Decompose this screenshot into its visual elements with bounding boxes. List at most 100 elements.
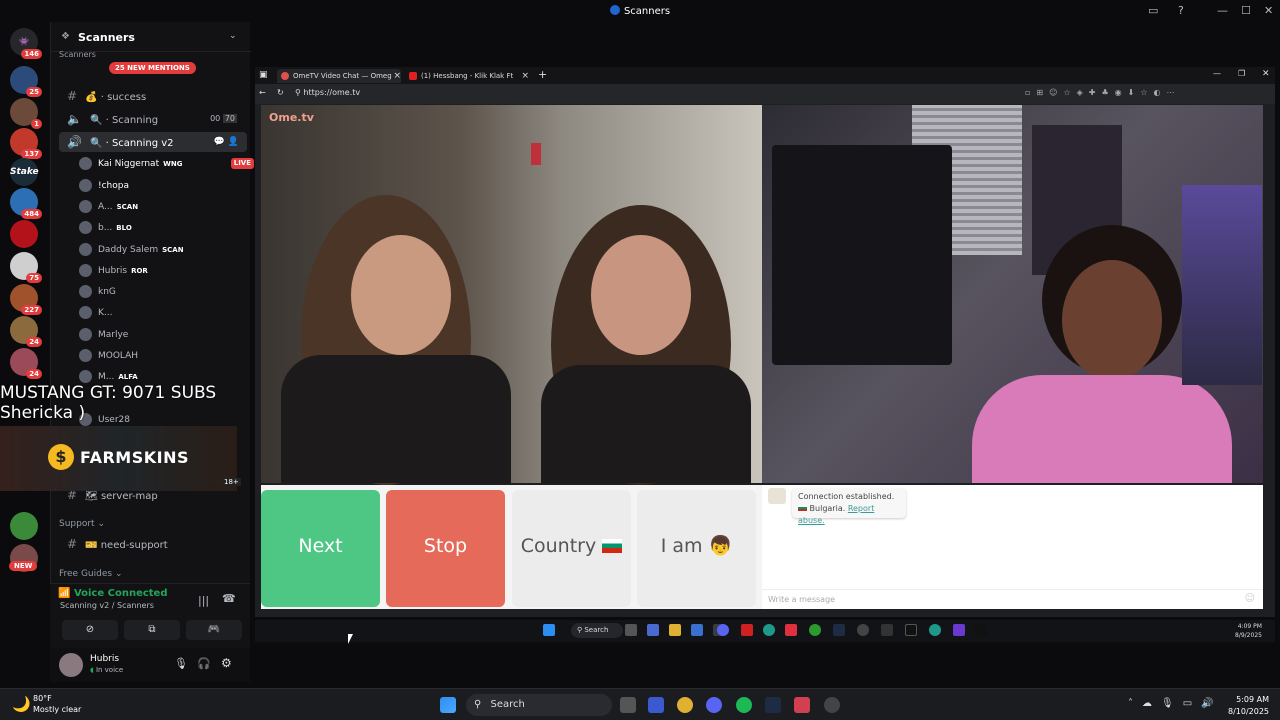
category-free-guides[interactable]: Free Guides ⌄	[59, 569, 122, 579]
store-icon[interactable]	[648, 697, 664, 713]
discord-icon[interactable]	[706, 697, 722, 713]
mic-icon[interactable]: 🎙	[174, 657, 188, 670]
noise-icon[interactable]: |||	[198, 594, 209, 607]
tab-youtube[interactable]: (1) Hessbang - Klik Klak Ft Maru×	[405, 69, 529, 94]
avatar[interactable]	[59, 653, 83, 677]
maximize-button[interactable]: ❐	[1238, 69, 1245, 78]
close-icon[interactable]: ×	[393, 69, 401, 83]
channel-scanning[interactable]: 🔈 🔍 · Scanning 00 70	[59, 109, 247, 129]
server-icon[interactable]: 137	[10, 128, 42, 159]
app-icon[interactable]	[824, 697, 840, 713]
voice-user[interactable]: Marlye	[79, 326, 128, 344]
search-box[interactable]: ⚲ Search	[466, 694, 612, 716]
gear-icon[interactable]: ⚙	[221, 656, 232, 670]
channel-need-support[interactable]: # 🎫 need-support	[59, 534, 247, 554]
app-icon[interactable]	[953, 624, 965, 636]
reload-icon[interactable]: ↻	[277, 88, 284, 97]
extensions-icons[interactable]: ▫⊞☺☆◈✚♣◉⬇☆◐⋯	[1025, 88, 1181, 97]
close-button[interactable]: ✕	[1264, 4, 1273, 17]
emoji-icon[interactable]: ☺	[1245, 593, 1255, 604]
folder-icon[interactable]	[669, 624, 681, 636]
spotify-icon[interactable]	[736, 697, 752, 713]
voice-user[interactable]: knG	[79, 283, 116, 301]
scrollbar[interactable]	[1267, 105, 1275, 609]
message-input[interactable]: Write a message ☺	[762, 589, 1263, 609]
tab-ometv[interactable]: OmeTV Video Chat — Omeg ×	[277, 69, 401, 83]
start-icon[interactable]	[440, 697, 456, 713]
close-icon[interactable]: ×	[521, 69, 529, 83]
server-icon[interactable]: 1	[10, 98, 42, 129]
minimize-button[interactable]: —	[1213, 69, 1221, 78]
store-icon[interactable]	[647, 624, 659, 636]
tab-actions-icon[interactable]: ▣	[259, 70, 268, 80]
system-tray[interactable]: ˄☁🎙▭🔊	[1128, 698, 1223, 709]
screen-share-button[interactable]: ⧉	[124, 620, 180, 640]
server-icon[interactable]: 24	[10, 348, 42, 379]
server-icon[interactable]: 227	[10, 284, 42, 315]
minimize-button[interactable]: —	[1217, 4, 1228, 17]
discord-icon[interactable]	[717, 624, 729, 636]
activity-button[interactable]: 🎮	[186, 620, 242, 640]
edge-icon[interactable]	[763, 624, 775, 636]
clock[interactable]: 5:09 AM 8/10/2025	[1228, 694, 1269, 718]
server-icon[interactable]: 24	[10, 316, 42, 347]
app-icon[interactable]	[857, 624, 869, 636]
server-stake[interactable]: Stake	[10, 158, 39, 186]
category-label[interactable]: Scanners	[59, 50, 96, 59]
back-icon[interactable]: ←	[259, 88, 266, 97]
voice-user[interactable]: MOOLAH	[79, 347, 138, 365]
chat-icon[interactable]: 💬 👤	[214, 132, 239, 152]
voice-user[interactable]: b... BLO	[79, 219, 132, 237]
home-button[interactable]: 👾 146	[10, 28, 42, 59]
steam-icon[interactable]	[833, 624, 845, 636]
browser-icon[interactable]	[929, 624, 941, 636]
youtube-icon[interactable]	[741, 624, 753, 636]
xbox-icon[interactable]	[809, 624, 821, 636]
server-icon[interactable]: 25	[10, 66, 42, 97]
gender-button[interactable]: I am 👦	[637, 490, 756, 607]
camera-off-button[interactable]: ⊘	[62, 620, 118, 640]
close-button[interactable]: ✕	[1262, 69, 1270, 79]
help-icon[interactable]: ?	[1178, 4, 1184, 17]
channel-success[interactable]: # 💰 · success	[59, 86, 247, 106]
server-header[interactable]: Scanners	[51, 22, 251, 52]
disconnect-icon[interactable]: ☎	[222, 592, 236, 605]
voice-user[interactable]: A... SCAN	[79, 198, 138, 216]
category-support[interactable]: Support ⌄	[59, 519, 105, 529]
chrome-icon[interactable]	[677, 697, 693, 713]
weather-icon[interactable]: 🌙	[12, 695, 31, 713]
tiktok-icon[interactable]	[975, 624, 987, 636]
weather-widget[interactable]: 80°F Mostly clear	[33, 693, 81, 715]
app-icon[interactable]	[881, 624, 893, 636]
stop-button[interactable]: Stop	[386, 490, 505, 607]
headphones-icon[interactable]: 🎧	[197, 657, 211, 670]
url-field[interactable]: ⚲ https://ome.tv	[295, 88, 1015, 101]
server-icon[interactable]	[10, 512, 38, 540]
voice-user[interactable]: !chopa	[79, 177, 129, 195]
voice-user[interactable]: Hubris ROR	[79, 262, 148, 280]
voice-status[interactable]: 📶 Voice Connected	[58, 588, 168, 599]
chevron-down-icon[interactable]: ⌄	[229, 31, 237, 41]
steam-icon[interactable]	[765, 697, 781, 713]
obs-icon[interactable]	[794, 697, 810, 713]
app-icon[interactable]	[691, 624, 703, 636]
mentions-badge[interactable]: 25 NEW MENTIONS	[109, 62, 196, 74]
channel-scanning-v2[interactable]: 🔊 🔍 · Scanning v2 💬 👤	[59, 132, 247, 152]
server-icon[interactable]: 75	[10, 252, 42, 283]
x-icon[interactable]	[905, 624, 917, 636]
new-tab-button[interactable]: +	[538, 68, 547, 81]
inbox-icon[interactable]: ▭	[1148, 4, 1158, 17]
server-icon[interactable]	[10, 220, 38, 248]
server-icon[interactable]: 484	[10, 188, 42, 219]
country-button[interactable]: Country	[512, 490, 631, 607]
search-box[interactable]: ⚲ Search	[571, 623, 623, 638]
voice-user[interactable]: K...	[79, 304, 112, 322]
start-icon[interactable]	[543, 624, 555, 636]
voice-user[interactable]: Kai Niggernat WNG LIVE	[79, 155, 264, 173]
music-icon[interactable]	[785, 624, 797, 636]
task-view-icon[interactable]	[620, 697, 636, 713]
task-view-icon[interactable]	[625, 624, 637, 636]
maximize-button[interactable]: ☐	[1241, 4, 1251, 17]
voice-user[interactable]: Daddy Salem SCAN	[79, 241, 184, 259]
next-button[interactable]: Next	[261, 490, 380, 607]
